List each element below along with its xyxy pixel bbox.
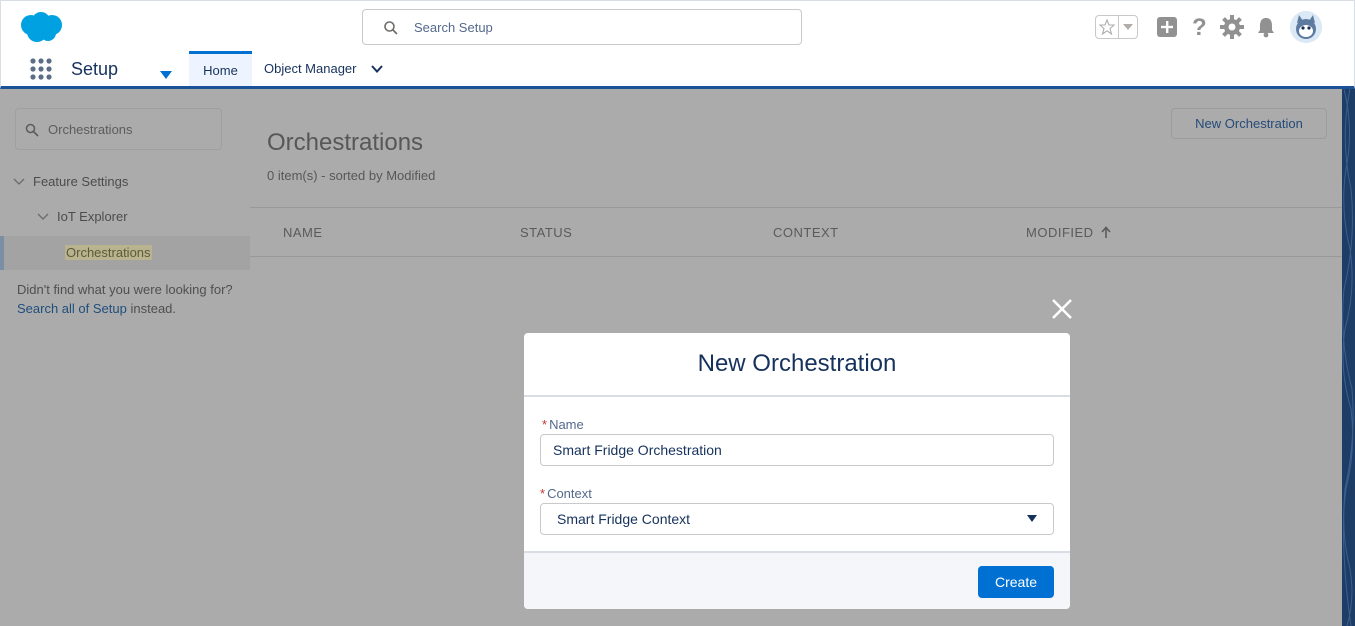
background-pattern [1342,89,1355,626]
tree-item-feature-settings[interactable]: Feature Settings [13,174,128,189]
name-label-text: Name [549,417,584,432]
quick-find-input[interactable]: Orchestrations [15,108,222,150]
search-placeholder: Search Setup [414,20,493,35]
sort-ascending-icon [1101,226,1111,238]
global-header: Search Setup ? [0,0,1355,52]
tree-item-label: Feature Settings [33,174,129,189]
quick-find-value: Orchestrations [48,122,133,137]
column-header-context[interactable]: CONTEXT [773,225,839,240]
tree-item-orchestrations[interactable]: Orchestrations [0,236,250,270]
bell-icon[interactable] [1256,16,1276,38]
modal-body: * Name Smart Fridge Orchestration * Contex… [524,397,1070,551]
chevron-down-icon [13,178,25,186]
column-header-modified[interactable]: MODIFIED [1026,225,1111,240]
tree-item-iot-explorer[interactable]: IoT Explorer [37,209,128,224]
name-field-label: * Name [542,417,584,432]
column-header-modified-label: MODIFIED [1026,225,1094,240]
modal-title: New Orchestration [524,333,1070,397]
search-all-setup-link[interactable]: Search all of Setup [17,301,127,316]
tab-object-manager-label: Object Manager [264,61,357,76]
not-found-text: Didn't find what you were looking for? [17,282,233,297]
add-icon[interactable] [1156,16,1178,38]
required-marker: * [540,486,546,501]
app-launcher-icon[interactable] [30,58,52,80]
svg-text:?: ? [1192,15,1207,39]
tree-item-label: Orchestrations [65,245,152,260]
gear-icon[interactable] [1220,15,1244,39]
column-header-name[interactable]: NAME [283,225,323,240]
context-nav: Setup Home Object Manager [0,51,1355,89]
chevron-down-icon [37,213,49,221]
page-subtitle: 0 item(s) - sorted by Modified [267,168,436,183]
chevron-down-icon[interactable] [1119,24,1137,30]
not-found-help: Didn't find what you were looking for? S… [17,280,237,318]
chevron-down-icon[interactable] [370,64,383,73]
header-actions: ? [1095,10,1322,44]
chevron-down-icon [1027,515,1037,522]
name-field-value: Smart Fridge Orchestration [553,442,722,458]
help-icon[interactable]: ? [1190,15,1208,39]
required-marker: * [542,417,548,432]
modal-footer: Create [524,551,1070,609]
user-avatar[interactable] [1290,11,1322,43]
page-title: Orchestrations [267,129,424,156]
tab-home[interactable]: Home [189,51,252,86]
app-menu-chevron-icon[interactable] [160,66,172,84]
context-select[interactable]: Smart Fridge Context [540,503,1054,535]
context-field-label: * Context [540,486,592,501]
context-label-text: Context [547,486,592,501]
create-button[interactable]: Create [978,566,1054,598]
star-icon [1096,16,1120,38]
search-icon [384,21,398,35]
setup-sidebar: Orchestrations Feature Settings IoT Expl… [0,89,250,626]
global-search[interactable]: Search Setup [362,9,802,45]
column-header-status[interactable]: STATUS [520,225,572,240]
context-select-value: Smart Fridge Context [557,511,691,527]
salesforce-logo[interactable] [17,11,65,43]
close-icon[interactable] [1050,297,1074,321]
not-found-suffix: instead. [130,301,177,316]
name-field[interactable]: Smart Fridge Orchestration [540,434,1054,466]
new-orchestration-modal: New Orchestration * Name Smart Fridge Orc… [524,333,1070,609]
table-header: NAME STATUS CONTEXT MODIFIED [250,207,1342,257]
app-title: Setup [71,59,119,79]
favorites-button[interactable] [1095,15,1138,39]
tab-home-label: Home [203,62,238,78]
new-orchestration-button[interactable]: New Orchestration [1171,108,1327,139]
tree-item-label: IoT Explorer [57,209,128,224]
tab-object-manager[interactable]: Object Manager [264,51,383,86]
search-icon [25,123,39,137]
